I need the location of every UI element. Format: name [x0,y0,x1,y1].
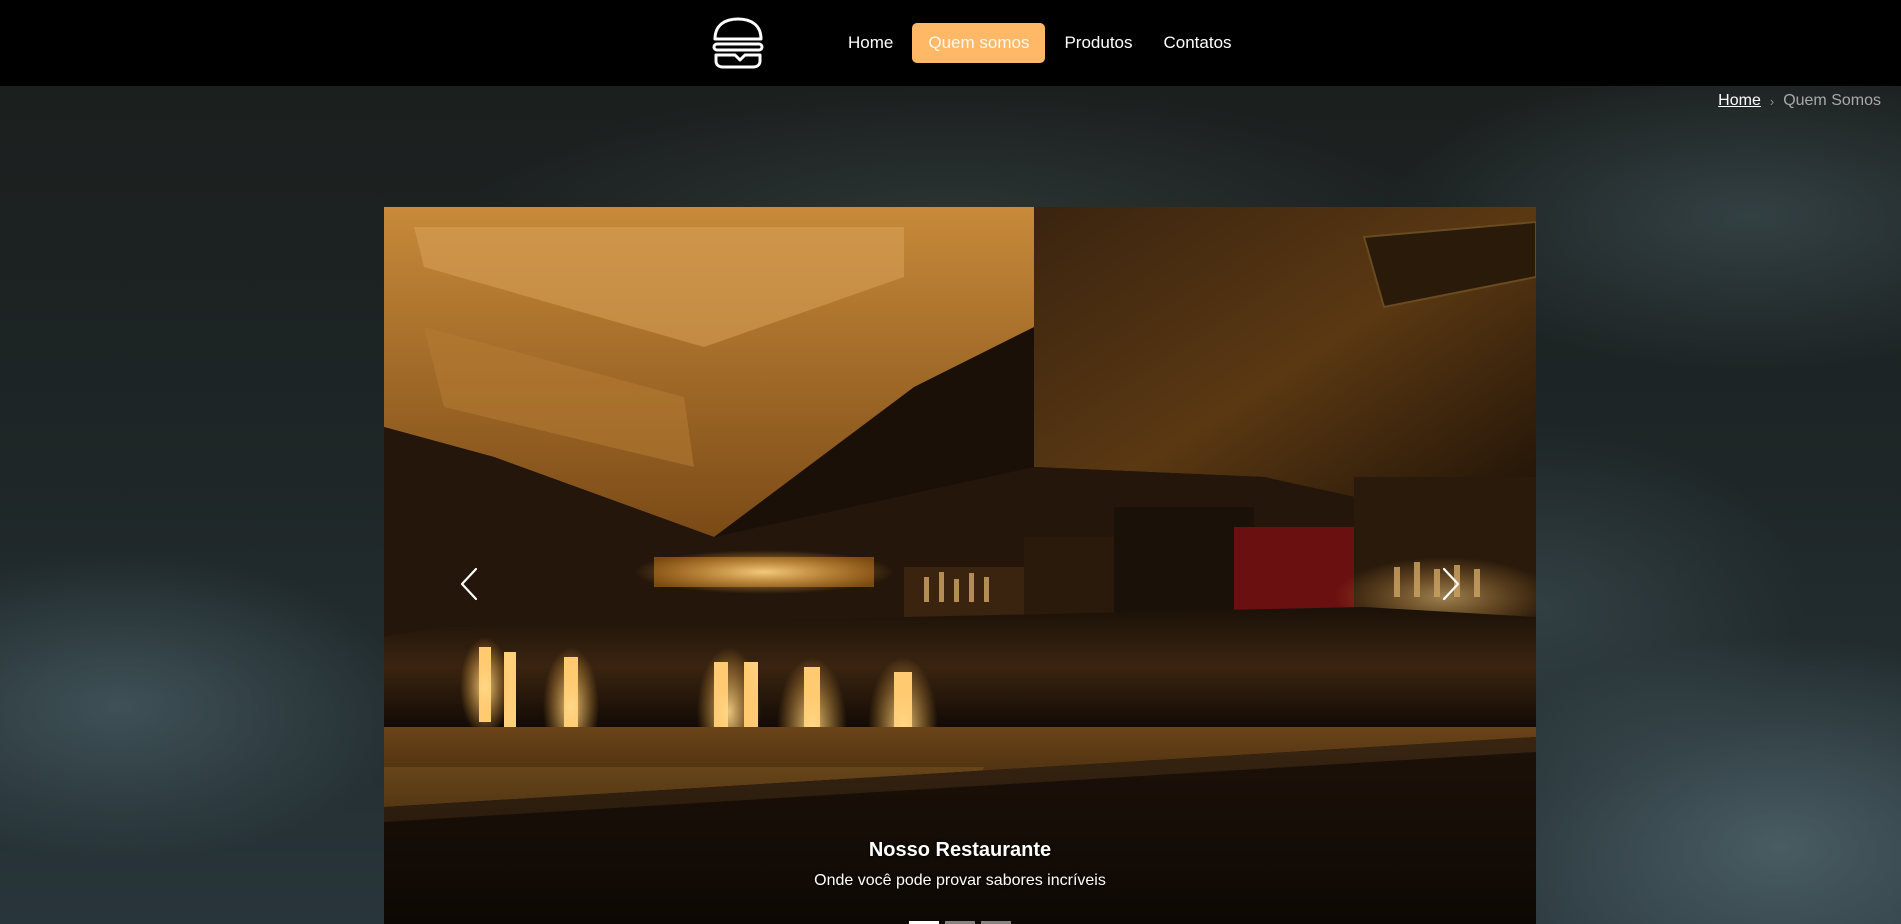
nav-item-produtos[interactable]: Produtos [1052,23,1144,63]
nav-item-quem-somos[interactable]: Quem somos [912,23,1046,63]
nav-item-contatos[interactable]: Contatos [1152,23,1244,63]
carousel: Nosso Restaurante Onde você pode provar … [384,207,1536,924]
nav-item-home[interactable]: Home [836,23,905,63]
breadcrumb-current: Quem Somos [1783,92,1881,109]
chevron-right-icon [1442,567,1460,601]
breadcrumb: Home › Quem Somos [1718,92,1881,110]
slide-description: Onde você pode provar sabores incríveis [814,872,1106,889]
carousel-next-button[interactable] [1430,559,1470,609]
chevron-left-icon [460,567,478,601]
navbar: Home Quem somos Produtos Contatos [0,0,1901,86]
breadcrumb-home-link[interactable]: Home [1718,92,1761,110]
carousel-prev-button[interactable] [450,559,490,609]
restaurant-photo [384,207,1536,924]
chevron-right-icon: › [1769,93,1775,109]
slide-title: Nosso Restaurante [868,839,1052,861]
burger-icon[interactable] [711,17,765,69]
main-nav: Home Quem somos Produtos Contatos [836,23,1251,63]
